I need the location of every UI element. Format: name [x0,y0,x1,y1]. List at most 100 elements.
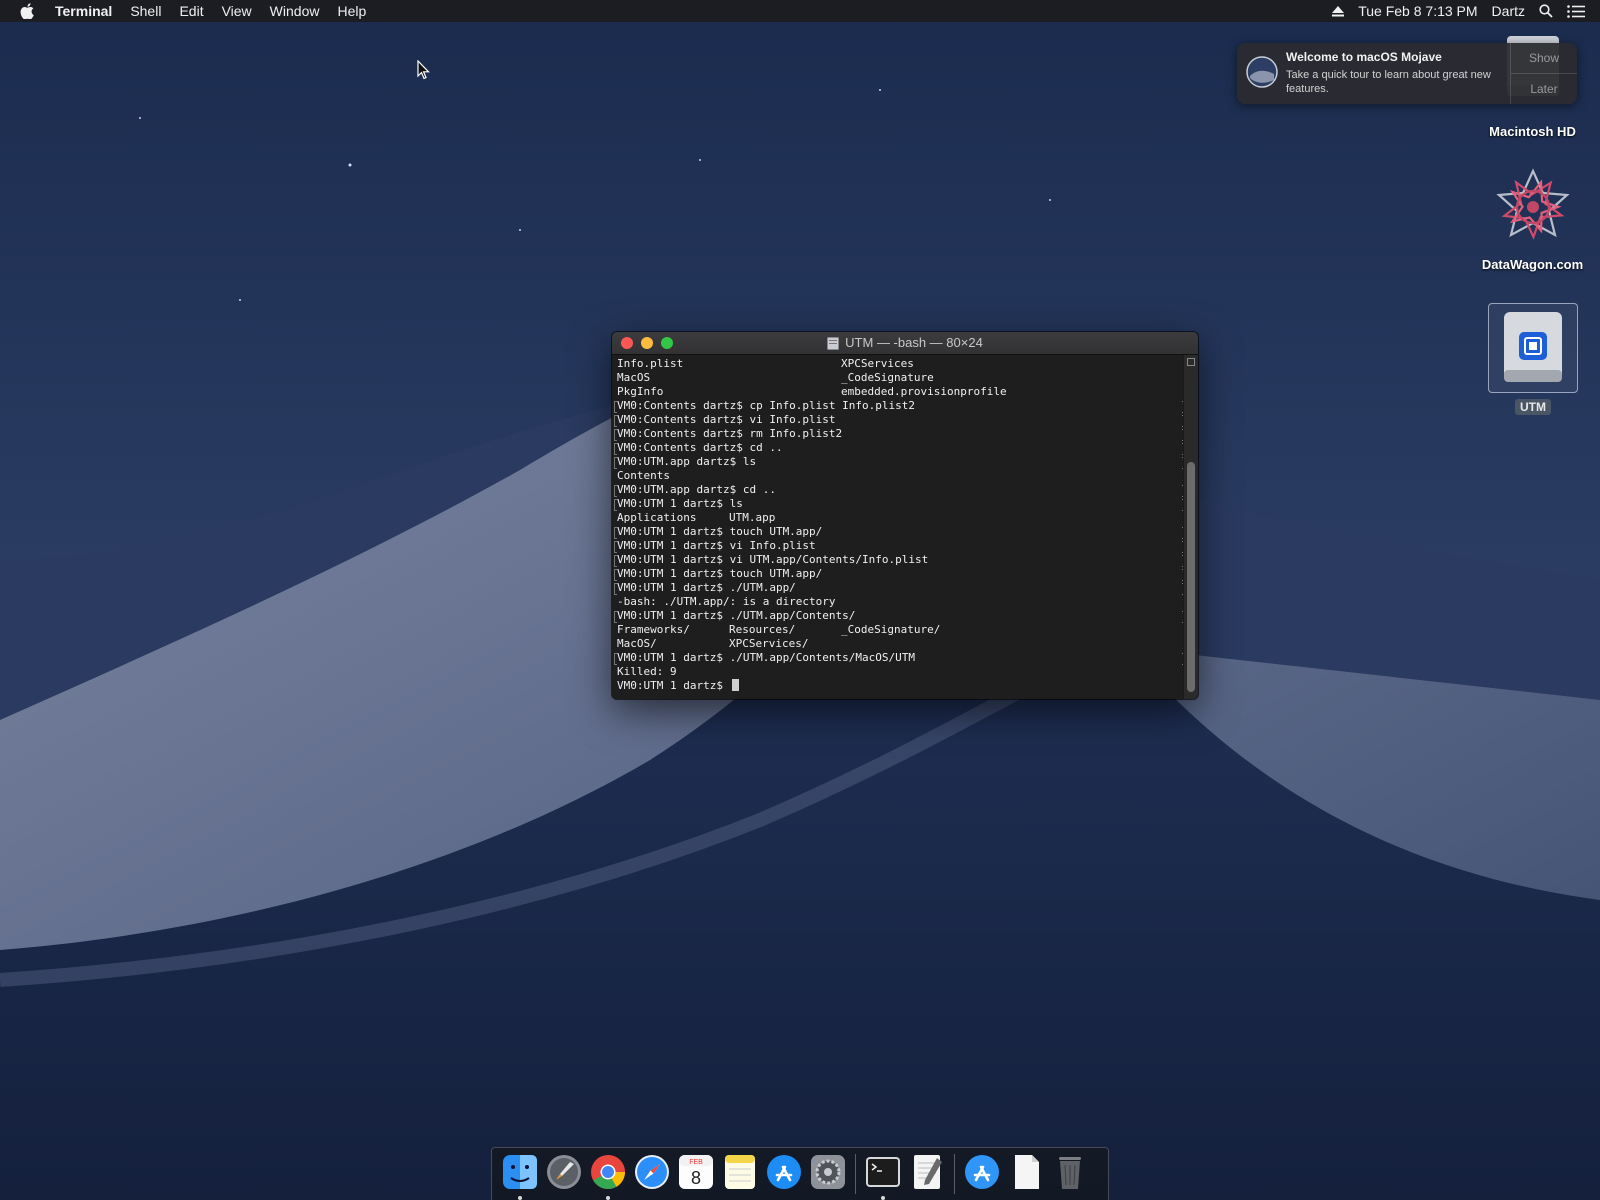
terminal-titlebar[interactable]: UTM — -bash — 80×24 [612,332,1198,355]
svg-text:8: 8 [691,1168,701,1188]
desktop-icon-datawagon[interactable]: DataWagon.com [1465,165,1600,272]
terminal-line-text: VM0:UTM 1 dartz$ ./UTM.app/Contents/ [617,609,856,622]
running-indicator [518,1196,522,1200]
dock-terminal[interactable] [863,1154,903,1200]
terminal-line: Frameworks/Resources/ _CodeSignature/ [617,623,1184,637]
terminal-line-text: Frameworks/ [617,623,690,636]
terminal-line: VM0:UTM 1 dartz$ touch UTM.app/ [614,525,1185,539]
menu-help[interactable]: Help [328,0,375,22]
calendar-icon: FEB 8 [678,1154,714,1195]
terminal-line-column: embedded.provisionprofile [841,385,1007,398]
terminal-line: MacOS/XPCServices/ [617,637,1184,651]
notification-show-button[interactable]: Show [1511,43,1577,73]
chrome-icon [590,1154,626,1195]
desktop-icon-utm[interactable]: UTM [1483,303,1583,416]
terminal-output[interactable]: Info.plist XPCServices MacOS _CodeSignature… [612,355,1185,699]
eject-icon[interactable] [1332,5,1345,17]
dock-app-store[interactable] [764,1154,804,1194]
notification-later-button[interactable]: Later [1511,73,1577,104]
dock-documents[interactable] [1006,1154,1046,1194]
minimize-button[interactable] [641,337,653,349]
safari-icon [634,1154,670,1195]
dock-app-store-folder[interactable] [962,1154,1002,1194]
spotlight-search-icon[interactable] [1539,4,1553,18]
terminal-line: VM0:UTM 1 dartz$ ./UTM.app/Contents/ [614,609,1185,623]
close-button[interactable] [621,337,633,349]
terminal-line: VM0:UTM 1 dartz$ ./UTM.app/Contents/MacO… [614,651,1185,665]
terminal-line: VM0:UTM 1 dartz$ ./UTM.app/ [614,581,1185,595]
terminal-line-text: VM0:UTM.app dartz$ ls [617,455,757,468]
terminal-line-text: Killed: 9 [617,665,677,678]
dock-launchpad[interactable] [544,1154,584,1194]
desktop-label-macintosh-hd: Macintosh HD [1489,124,1576,139]
terminal-line: VM0:UTM.app dartz$ cd .. [614,483,1185,497]
terminal-line-text: VM0:UTM 1 dartz$ touch UTM.app/ [617,567,823,580]
dock-textedit[interactable] [907,1154,947,1194]
app-store-folder-icon [964,1154,1000,1195]
menu-shell[interactable]: Shell [121,0,170,22]
terminal-line-text: Info.plist [617,357,684,370]
menu-app-name[interactable]: Terminal [49,0,121,22]
terminal-line-column: XPCServices [841,357,914,370]
notification-center-icon[interactable] [1567,4,1585,18]
terminal-line: VM0:UTM 1 dartz$ vi Info.plist [614,539,1185,553]
terminal-line-text: VM0:UTM 1 dartz$ ./UTM.app/Contents/MacO… [617,651,916,664]
system-preferences-icon [810,1154,846,1195]
desktop-label-datawagon: DataWagon.com [1481,257,1584,272]
notification-title: Welcome to macOS Mojave [1286,50,1442,64]
trash-icon [1052,1154,1088,1195]
terminal-line-column: _CodeSignature/ [841,623,941,636]
mouse-pointer-icon [417,60,430,80]
terminal-line: VM0:Contents dartz$ rm Info.plist2 [614,427,1185,441]
welcome-notification[interactable]: Welcome to macOS Mojave Take a quick tou… [1237,43,1577,104]
dock-trash[interactable] [1050,1154,1090,1194]
terminal-line: VM0:Contents dartz$ vi Info.plist [614,413,1185,427]
scrollbar-split-icon[interactable] [1187,358,1195,366]
terminal-line-text: Contents [617,469,670,482]
menu-window[interactable]: Window [261,0,329,22]
terminal-line-column: _CodeSignature [841,371,934,384]
apple-menu-icon[interactable] [17,1,37,21]
folder-proxy-icon [827,336,840,350]
terminal-line-text: VM0:UTM 1 dartz$ ls [617,497,743,510]
terminal-line-column: XPCServices/ [729,637,809,650]
dock: FEB 8 [491,1147,1109,1200]
terminal-line: VM0:UTM 1 dartz$ touch UTM.app/ [614,567,1185,581]
terminal-line-text: VM0:Contents dartz$ vi Info.plist [617,413,836,426]
terminal-line-column: UTM.app [729,511,776,524]
dock-chrome[interactable] [588,1154,628,1200]
dock-notes[interactable] [720,1154,760,1194]
terminal-line-text: VM0:Contents dartz$ cd .. [617,441,783,454]
terminal-line-text: -bash: ./UTM.app/: is a directory [617,595,836,608]
datawagon-logo-icon [1495,168,1570,240]
finder-icon [502,1154,538,1195]
dock-safari[interactable] [632,1154,672,1194]
dock-calendar[interactable]: FEB 8 [676,1154,716,1194]
terminal-line: Contents [617,469,1184,483]
terminal-window[interactable]: UTM — -bash — 80×24 Info.plist XPCService… [612,332,1198,699]
menu-user[interactable]: Dartz [1492,0,1525,22]
dock-system-preferences[interactable] [808,1154,848,1194]
terminal-line-text: PkgInfo [617,385,664,398]
menu-edit[interactable]: Edit [170,0,212,22]
running-indicator [881,1196,885,1200]
dock-finder[interactable] [500,1154,540,1200]
zoom-button[interactable] [661,337,673,349]
running-indicator [606,1196,610,1200]
terminal-line: VM0:Contents dartz$ cp Info.plist Info.p… [614,399,1185,413]
terminal-line-text: VM0:UTM 1 dartz$ vi UTM.app/Contents/Inf… [617,553,929,566]
terminal-line: Applications UTM.app [617,511,1184,525]
terminal-title: UTM — -bash — 80×24 [612,332,1198,354]
terminal-line-text: VM0:UTM.app dartz$ cd .. [617,483,776,496]
menu-view[interactable]: View [213,0,261,22]
dock-separator [954,1154,955,1194]
menu-clock[interactable]: Tue Feb 8 7:13 PM [1358,0,1477,22]
terminal-line-text: VM0:UTM 1 dartz$ ./UTM.app/ [617,581,796,594]
terminal-line: VM0:UTM 1 dartz$ vi UTM.app/Contents/Inf… [614,553,1185,567]
notification-actions: Show Later [1510,43,1577,104]
terminal-line-text: Applications [617,511,697,524]
terminal-line: VM0:UTM.app dartz$ ls [614,455,1185,469]
scrollbar-thumb[interactable] [1187,462,1195,692]
terminal-line: VM0:Contents dartz$ cd .. [614,441,1185,455]
terminal-line: VM0:UTM 1 dartz$ ls [614,497,1185,511]
